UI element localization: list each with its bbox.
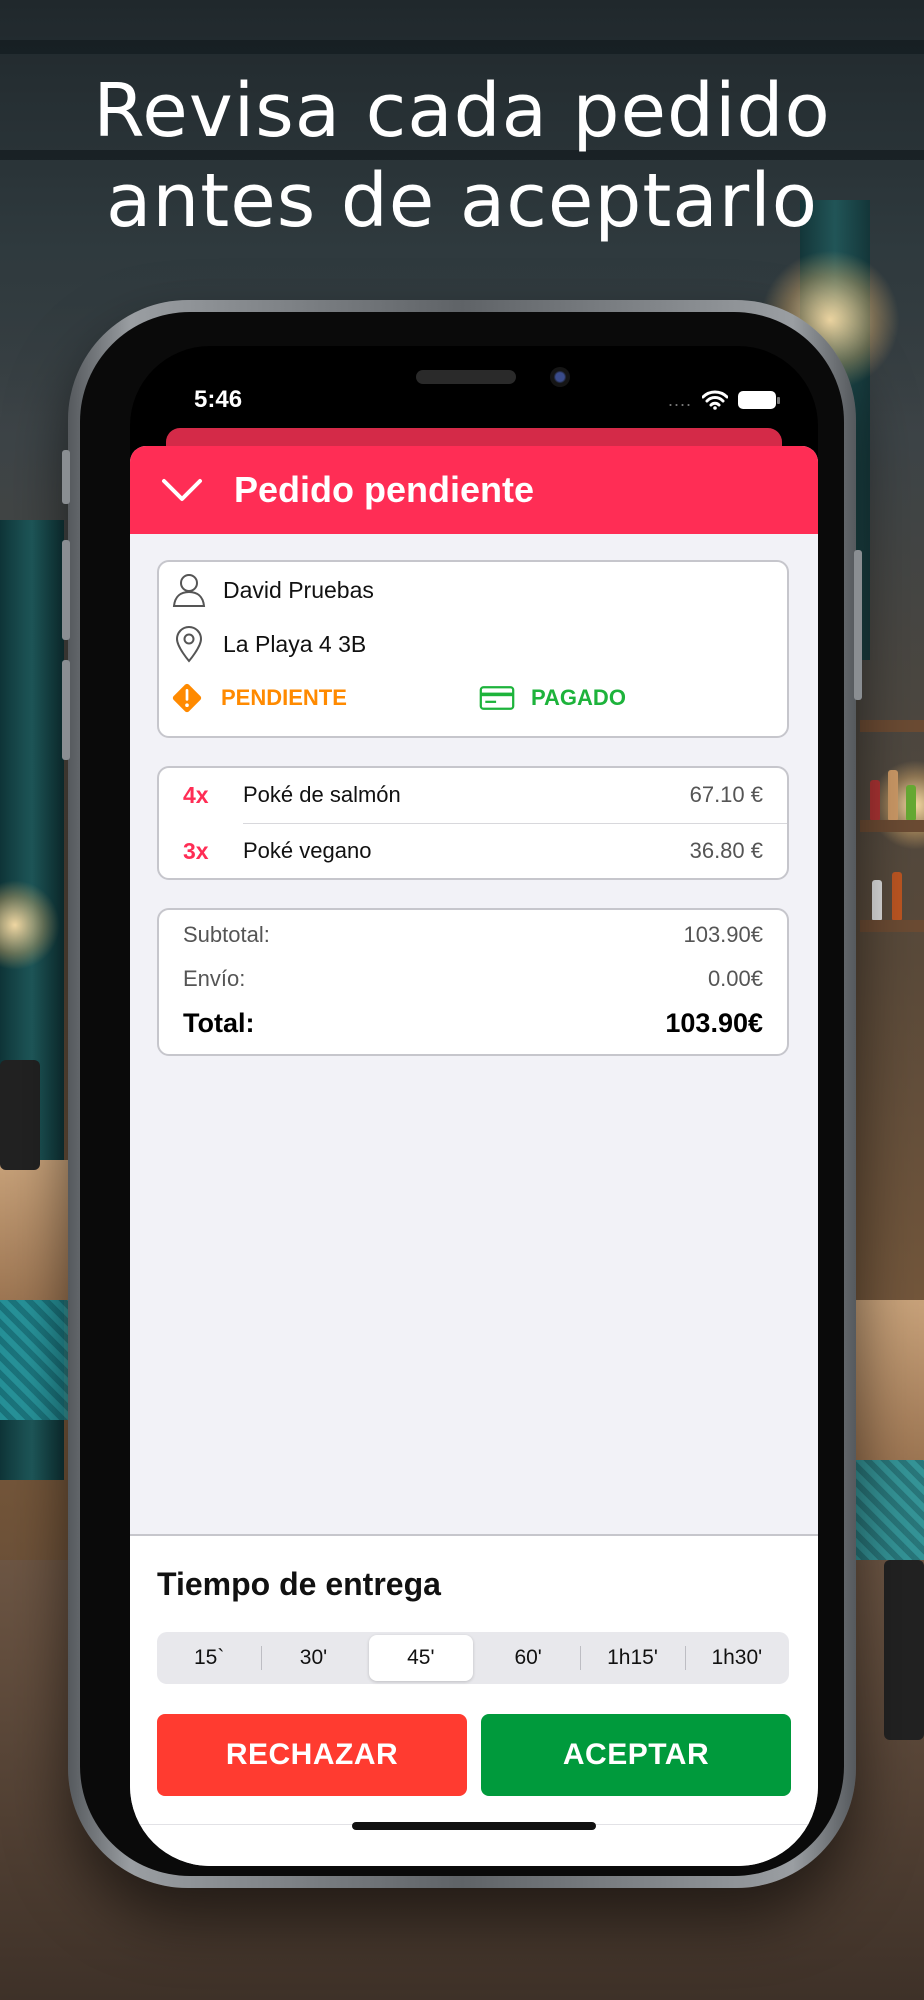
item-name: Poké vegano xyxy=(243,838,372,863)
list-item: 3x Poké vegano 36.80 € xyxy=(159,824,787,880)
sheet-header: Pedido pendiente xyxy=(130,446,818,534)
customer-address: La Playa 4 3B xyxy=(223,630,367,657)
headline-line-2: antes de aceptarlo xyxy=(105,158,819,244)
status-icons: .... xyxy=(667,390,780,410)
items-card: 4x Poké de salmón 67.10 € 3x Poké vegano… xyxy=(157,766,789,880)
user-icon xyxy=(171,572,207,608)
subtotal-label: Subtotal: xyxy=(183,922,270,947)
phone-screen: 5:46 .... Pedido pendiente David Pruebas… xyxy=(130,346,818,1866)
item-name: Poké de salmón xyxy=(243,782,401,807)
time-option-60[interactable]: 60' xyxy=(476,1632,580,1684)
chevron-down-icon[interactable] xyxy=(160,475,204,505)
subtotal-value: 103.90€ xyxy=(683,922,763,947)
headline: Revisa cada pedido antes de aceptarlo xyxy=(0,66,924,246)
phone-frame: 5:46 .... Pedido pendiente David Pruebas… xyxy=(62,300,862,1888)
total-value: 103.90€ xyxy=(665,1008,763,1038)
shipping-value: 0.00€ xyxy=(707,966,763,991)
time-option-30[interactable]: 30' xyxy=(261,1632,365,1684)
customer-card: David Pruebas La Playa 4 3B PENDIENTE PA… xyxy=(157,560,789,738)
order-sheet: Pedido pendiente David Pruebas La Playa … xyxy=(130,446,818,1866)
credit-card-icon xyxy=(479,680,515,716)
time-option-1h15[interactable]: 1h15' xyxy=(580,1632,684,1684)
customer-name: David Pruebas xyxy=(223,576,374,603)
reject-button[interactable]: RECHAZAR xyxy=(157,1714,467,1796)
location-pin-icon xyxy=(171,626,207,663)
shipping-row: Envío: 0.00€ xyxy=(183,966,763,992)
item-quantity: 4x xyxy=(183,782,209,808)
sheet-title: Pedido pendiente xyxy=(234,469,535,510)
headline-line-1: Revisa cada pedido xyxy=(93,68,831,154)
total-row: Total: 103.90€ xyxy=(183,1008,763,1039)
battery-icon xyxy=(738,391,780,409)
time-option-45[interactable]: 45' xyxy=(368,1635,473,1681)
list-item: 4x Poké de salmón 67.10 € xyxy=(159,768,787,824)
payment-status-badge: PAGADO xyxy=(531,685,626,710)
time-option-15[interactable]: 15` xyxy=(157,1632,261,1684)
shipping-label: Envío: xyxy=(183,966,246,991)
item-price: 67.10 € xyxy=(689,782,763,807)
delivery-panel: Tiempo de entrega 15` 30' 45' 60' 1h15' … xyxy=(130,1534,818,1866)
speaker xyxy=(416,370,516,384)
home-indicator[interactable] xyxy=(352,1822,596,1830)
summary-card: Subtotal: 103.90€ Envío: 0.00€ Total: 10… xyxy=(157,908,789,1056)
status-time: 5:46 xyxy=(194,386,243,413)
time-option-1h30[interactable]: 1h30' xyxy=(684,1632,789,1684)
delivery-title: Tiempo de entrega xyxy=(157,1566,441,1602)
warning-icon xyxy=(169,680,205,716)
item-quantity: 3x xyxy=(183,838,209,864)
wifi-icon xyxy=(702,390,728,410)
signal-icon: .... xyxy=(667,390,692,410)
total-label: Total: xyxy=(183,1008,255,1038)
order-status-badge: PENDIENTE xyxy=(221,685,347,710)
item-price: 36.80 € xyxy=(689,838,763,863)
accept-button[interactable]: ACEPTAR xyxy=(481,1714,791,1796)
subtotal-row: Subtotal: 103.90€ xyxy=(183,922,763,948)
front-camera xyxy=(550,367,570,387)
delivery-time-selector: 15` 30' 45' 60' 1h15' 1h30' xyxy=(157,1632,789,1684)
